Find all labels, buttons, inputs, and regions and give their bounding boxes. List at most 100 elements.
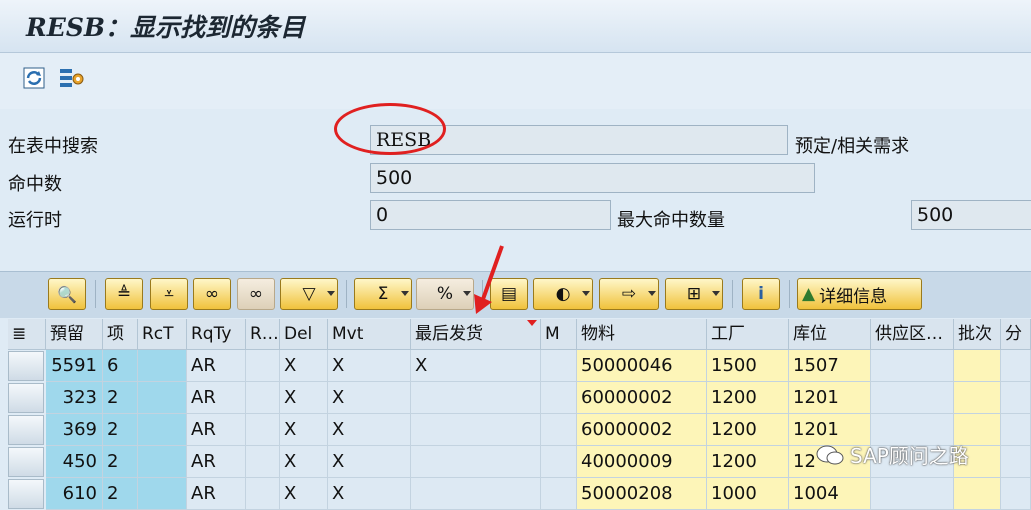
table-cell[interactable] — [246, 446, 280, 478]
row-selector[interactable] — [8, 351, 44, 381]
table-cell[interactable]: 50000208 — [577, 478, 707, 510]
table-cell[interactable] — [1001, 446, 1031, 478]
column-header[interactable]: Del — [280, 319, 328, 350]
table-cell[interactable] — [138, 350, 187, 382]
table-cell[interactable] — [138, 414, 187, 446]
sort-descending-button[interactable]: ⩡ — [150, 278, 188, 310]
table-cell[interactable] — [138, 382, 187, 414]
table-cell[interactable]: X — [328, 478, 411, 510]
table-cell[interactable]: 1200 — [707, 382, 789, 414]
table-cell[interactable] — [411, 414, 541, 446]
table-cell[interactable]: 1201 — [789, 382, 871, 414]
details-view-button[interactable]: 🔍 — [48, 278, 86, 310]
table-cell[interactable]: 2 — [103, 414, 138, 446]
filter-button[interactable]: ▽ — [280, 278, 338, 310]
table-cell[interactable] — [954, 382, 1001, 414]
table-cell[interactable]: 610 — [46, 478, 103, 510]
max-hits-field[interactable]: 500 — [911, 200, 1031, 230]
table-cell[interactable]: X — [328, 446, 411, 478]
table-cell[interactable]: AR — [187, 478, 246, 510]
table-cell[interactable] — [541, 446, 577, 478]
column-header[interactable]: 預留 — [46, 319, 103, 350]
table-cell[interactable] — [246, 350, 280, 382]
column-header[interactable]: 工厂 — [707, 319, 789, 350]
table-cell[interactable]: 1000 — [707, 478, 789, 510]
table-cell[interactable] — [1001, 350, 1031, 382]
column-header[interactable]: RcT — [138, 319, 187, 350]
column-header[interactable]: R… — [246, 319, 280, 350]
table-cell[interactable]: 1507 — [789, 350, 871, 382]
table-cell[interactable]: 2 — [103, 382, 138, 414]
details-button[interactable]: ▲ 详细信息 — [797, 278, 922, 310]
table-cell[interactable] — [246, 478, 280, 510]
table-cell[interactable]: AR — [187, 382, 246, 414]
table-cell[interactable]: 6 — [103, 350, 138, 382]
table-cell[interactable] — [541, 414, 577, 446]
table-cell[interactable] — [1001, 382, 1031, 414]
table-cell[interactable]: 323 — [46, 382, 103, 414]
runtime-field[interactable]: 0 — [370, 200, 611, 230]
layout-button[interactable]: ⊞ — [665, 278, 723, 310]
table-cell[interactable] — [138, 478, 187, 510]
table-cell[interactable] — [411, 382, 541, 414]
table-cell[interactable]: 2 — [103, 446, 138, 478]
find-button[interactable]: ∞ — [193, 278, 231, 310]
row-selector[interactable] — [8, 447, 44, 477]
table-cell[interactable] — [541, 350, 577, 382]
settings-icon[interactable] — [58, 64, 86, 92]
table-cell[interactable]: X — [328, 414, 411, 446]
table-cell[interactable]: X — [280, 414, 328, 446]
table-cell[interactable] — [871, 382, 954, 414]
export-button[interactable]: ⇨ — [599, 278, 659, 310]
table-cell[interactable]: 450 — [46, 446, 103, 478]
column-header[interactable]: 库位 — [789, 319, 871, 350]
table-cell[interactable]: X — [328, 350, 411, 382]
row-selector[interactable] — [8, 479, 44, 509]
column-header[interactable]: 批次 — [954, 319, 1001, 350]
find-next-button[interactable]: ∞ — [237, 278, 275, 310]
table-cell[interactable] — [954, 478, 1001, 510]
sort-ascending-button[interactable]: ≜ — [105, 278, 143, 310]
column-header[interactable]: RqTy — [187, 319, 246, 350]
table-cell[interactable] — [411, 446, 541, 478]
sum-button[interactable]: Σ — [354, 278, 412, 310]
table-cell[interactable] — [246, 382, 280, 414]
table-cell[interactable]: X — [411, 350, 541, 382]
table-cell[interactable]: 5591 — [46, 350, 103, 382]
table-cell[interactable]: 1500 — [707, 350, 789, 382]
table-cell[interactable]: AR — [187, 414, 246, 446]
subtotal-button[interactable]: % — [416, 278, 474, 310]
table-cell[interactable]: 1200 — [707, 446, 789, 478]
column-header[interactable]: 供应区… — [871, 319, 954, 350]
table-cell[interactable]: 2 — [103, 478, 138, 510]
table-cell[interactable]: 60000002 — [577, 414, 707, 446]
table-cell[interactable] — [541, 382, 577, 414]
table-cell[interactable] — [1001, 414, 1031, 446]
table-cell[interactable] — [871, 350, 954, 382]
views-button[interactable]: ◐ — [533, 278, 593, 310]
table-cell[interactable]: 1004 — [789, 478, 871, 510]
table-cell[interactable]: 1200 — [707, 414, 789, 446]
column-header[interactable]: 分 — [1001, 319, 1031, 350]
table-cell[interactable]: X — [328, 382, 411, 414]
table-cell[interactable]: 50000046 — [577, 350, 707, 382]
column-header[interactable]: M — [541, 319, 577, 350]
hits-field[interactable]: 500 — [370, 163, 815, 193]
table-cell[interactable]: X — [280, 446, 328, 478]
table-cell[interactable] — [246, 414, 280, 446]
refresh-icon[interactable] — [20, 64, 48, 92]
table-cell[interactable]: AR — [187, 446, 246, 478]
row-selector[interactable] — [8, 383, 44, 413]
table-cell[interactable]: X — [280, 350, 328, 382]
table-cell[interactable] — [411, 478, 541, 510]
column-header[interactable]: 最后发货 — [411, 319, 541, 350]
table-cell[interactable] — [138, 446, 187, 478]
table-cell[interactable]: 40000009 — [577, 446, 707, 478]
table-cell[interactable] — [871, 478, 954, 510]
table-cell[interactable]: AR — [187, 350, 246, 382]
table-cell[interactable] — [954, 350, 1001, 382]
table-cell[interactable]: X — [280, 478, 328, 510]
table-cell[interactable]: 60000002 — [577, 382, 707, 414]
table-cell[interactable] — [1001, 478, 1031, 510]
column-header[interactable]: 物料 — [577, 319, 707, 350]
